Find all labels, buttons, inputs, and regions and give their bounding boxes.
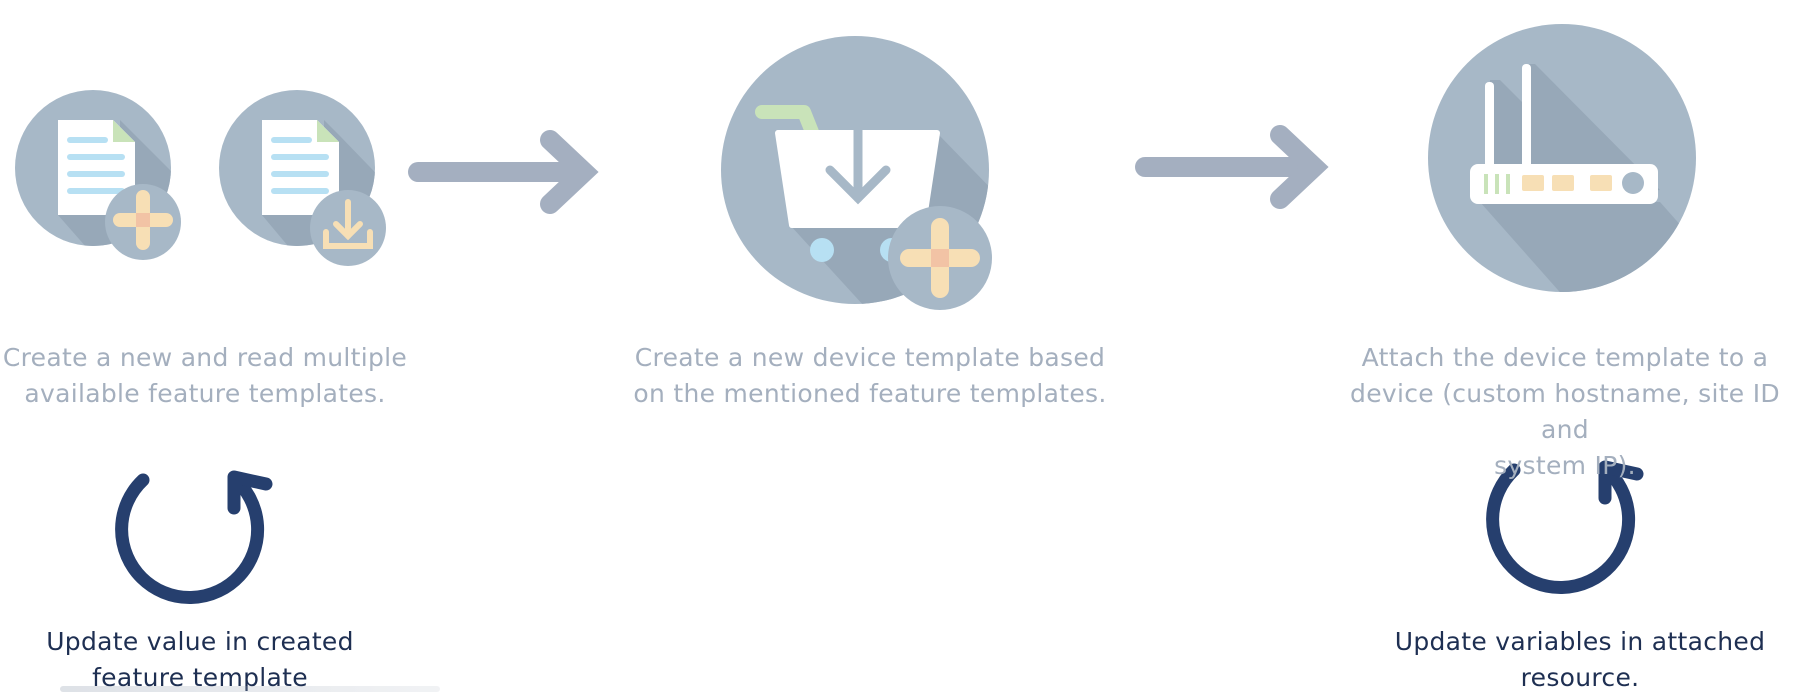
faint-text-remnant	[60, 686, 440, 692]
step-3-caption: Attach the device template to a device (…	[1330, 340, 1798, 484]
arrow-right-icon	[408, 130, 599, 214]
step-2-caption: Create a new device template based on th…	[630, 340, 1110, 412]
router-icon	[1428, 24, 1696, 292]
step-2-caption-line: on the mentioned feature templates.	[633, 379, 1107, 408]
step-3-caption-line: system IP).	[1494, 451, 1636, 480]
step-3-caption-line: device (custom hostname, site ID and	[1350, 379, 1780, 444]
step-1-caption-line: Create a new and read multiple	[2, 343, 408, 372]
update-label-2: Update variables in attached resource.	[1390, 624, 1770, 696]
document-download-icon	[219, 90, 386, 266]
arrow-right-icon	[1135, 125, 1329, 209]
refresh-icon	[115, 470, 273, 604]
step-2-caption-line: Create a new device template based	[634, 343, 1106, 372]
refresh-icon	[1486, 460, 1644, 594]
step-1-caption-line: available feature templates.	[24, 379, 386, 408]
update-label-line: resource.	[1520, 663, 1640, 692]
document-add-icon	[15, 90, 181, 260]
update-label-line: Update value in created	[46, 627, 354, 656]
update-label-line: Update variables in attached	[1394, 627, 1766, 656]
step-1-caption: Create a new and read multiple available…	[0, 340, 410, 412]
step-3-caption-line: Attach the device template to a	[1361, 343, 1769, 372]
